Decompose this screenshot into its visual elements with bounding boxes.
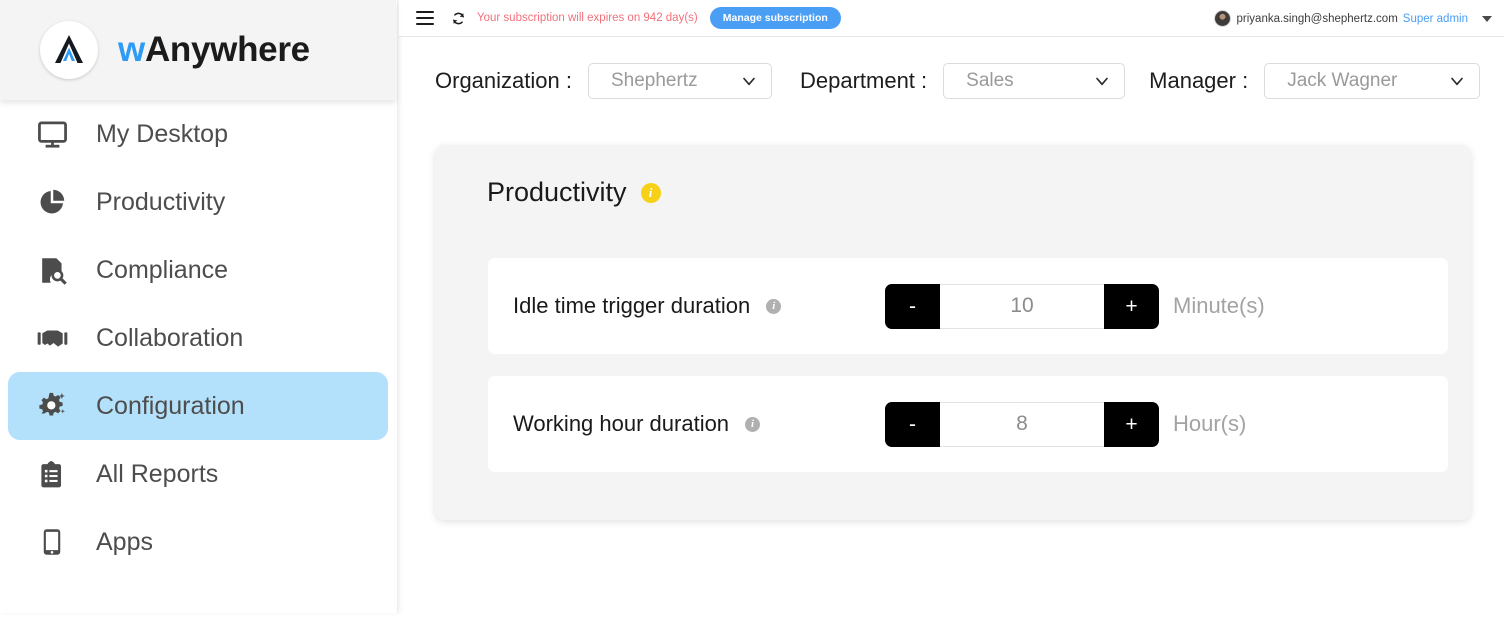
- quantity-stepper: - 8 +: [885, 401, 1159, 447]
- sidebar-item-label: My Desktop: [96, 119, 228, 148]
- chevron-down-icon[interactable]: [1482, 15, 1492, 22]
- quantity-stepper: - 10 +: [885, 283, 1159, 329]
- unit-label: Hour(s): [1173, 411, 1247, 436]
- brand-prefix: w: [118, 30, 145, 69]
- sidebar-item-compliance[interactable]: Compliance: [8, 236, 388, 304]
- refresh-sync-icon[interactable]: [451, 11, 466, 26]
- user-email: priyanka.singh@shephertz.com: [1236, 12, 1398, 25]
- decrement-button[interactable]: -: [885, 401, 940, 447]
- document-search-icon: [30, 255, 74, 286]
- sidebar-item-label: Configuration: [96, 391, 245, 420]
- filter-bar: Organization : Shephertz Department : Sa…: [399, 37, 1504, 125]
- info-icon[interactable]: i: [766, 298, 782, 314]
- page-title: Productivity: [487, 177, 627, 207]
- organization-filter: Organization : Shephertz: [435, 63, 772, 99]
- unit-label: Minute(s): [1173, 293, 1265, 318]
- sidebar-item-productivity[interactable]: Productivity: [8, 168, 388, 236]
- hamburger-icon[interactable]: [416, 11, 434, 25]
- wanywhere-mountain-logo-icon: [40, 21, 98, 79]
- sidebar-item-my-desktop[interactable]: My Desktop: [8, 100, 388, 168]
- sidebar-item-collaboration[interactable]: Collaboration: [8, 304, 388, 372]
- pie-chart-icon: [30, 187, 74, 217]
- department-label: Department :: [799, 68, 928, 93]
- chevron-down-icon: [739, 71, 759, 91]
- department-filter: Department : Sales: [799, 63, 1126, 99]
- sidebar-item-label: Productivity: [96, 187, 226, 216]
- sidebar-item-label: All Reports: [96, 459, 219, 488]
- sidebar-item-apps[interactable]: Apps: [8, 508, 388, 576]
- sidebar-item-label: Apps: [96, 527, 153, 556]
- card-header: Productivity i: [487, 177, 661, 208]
- manage-subscription-button[interactable]: Manage subscription: [709, 7, 841, 29]
- manager-select[interactable]: Jack Wagner: [1264, 63, 1481, 99]
- productivity-card: Productivity i Idle time trigger duratio…: [435, 145, 1471, 520]
- organization-label: Organization :: [435, 68, 572, 93]
- brand-header[interactable]: wAnywhere: [0, 0, 396, 100]
- top-bar: Your subscription will expires on 942 da…: [399, 0, 1504, 37]
- manager-label: Manager :: [1149, 68, 1249, 93]
- sidebar-nav: My Desktop Productivity Compliance Colla…: [0, 100, 396, 576]
- chevron-down-icon: [1447, 71, 1467, 91]
- user-menu[interactable]: priyanka.singh@shephertz.com Super admin: [1213, 0, 1492, 37]
- department-value: Sales: [966, 70, 1014, 91]
- chevron-down-icon: [1092, 71, 1112, 91]
- setting-row-working-hour: Working hour duration i - 8 + Hour(s): [488, 376, 1448, 472]
- mobile-phone-icon: [30, 527, 74, 557]
- manager-value: Jack Wagner: [1287, 70, 1398, 91]
- decrement-button[interactable]: -: [885, 283, 940, 329]
- app-root: wAnywhere My Desktop Productivity Compli…: [0, 0, 1504, 618]
- brand-label: Anywhere: [144, 30, 310, 69]
- idle-time-input[interactable]: 10: [940, 283, 1104, 329]
- setting-label: Working hour duration: [513, 411, 730, 436]
- setting-row-idle-time: Idle time trigger duration i - 10 + Minu…: [488, 258, 1448, 354]
- sidebar-item-label: Collaboration: [96, 323, 244, 352]
- department-select[interactable]: Sales: [943, 63, 1126, 99]
- handshake-icon: [30, 322, 74, 355]
- info-icon[interactable]: i: [640, 182, 661, 203]
- subscription-message: Your subscription will expires on 942 da…: [477, 12, 698, 24]
- organization-select[interactable]: Shephertz: [587, 63, 772, 99]
- info-icon[interactable]: i: [745, 416, 761, 432]
- sidebar: wAnywhere My Desktop Productivity Compli…: [0, 0, 398, 613]
- sidebar-item-all-reports[interactable]: All Reports: [8, 440, 388, 508]
- gear-sparkle-icon: [30, 390, 74, 422]
- clipboard-list-icon: [30, 459, 74, 490]
- increment-button[interactable]: +: [1104, 401, 1159, 447]
- increment-button[interactable]: +: [1104, 283, 1159, 329]
- sidebar-item-label: Compliance: [96, 255, 229, 284]
- brand-name: wAnywhere: [118, 30, 310, 70]
- setting-label: Idle time trigger duration: [513, 293, 751, 318]
- monitor-icon: [30, 118, 74, 151]
- organization-value: Shephertz: [610, 70, 698, 91]
- user-role-badge: Super admin: [1402, 12, 1468, 25]
- sidebar-item-configuration[interactable]: Configuration: [8, 372, 388, 440]
- manager-filter: Manager : Jack Wagner: [1149, 63, 1481, 99]
- working-hour-input[interactable]: 8: [940, 401, 1104, 447]
- avatar: [1213, 10, 1231, 27]
